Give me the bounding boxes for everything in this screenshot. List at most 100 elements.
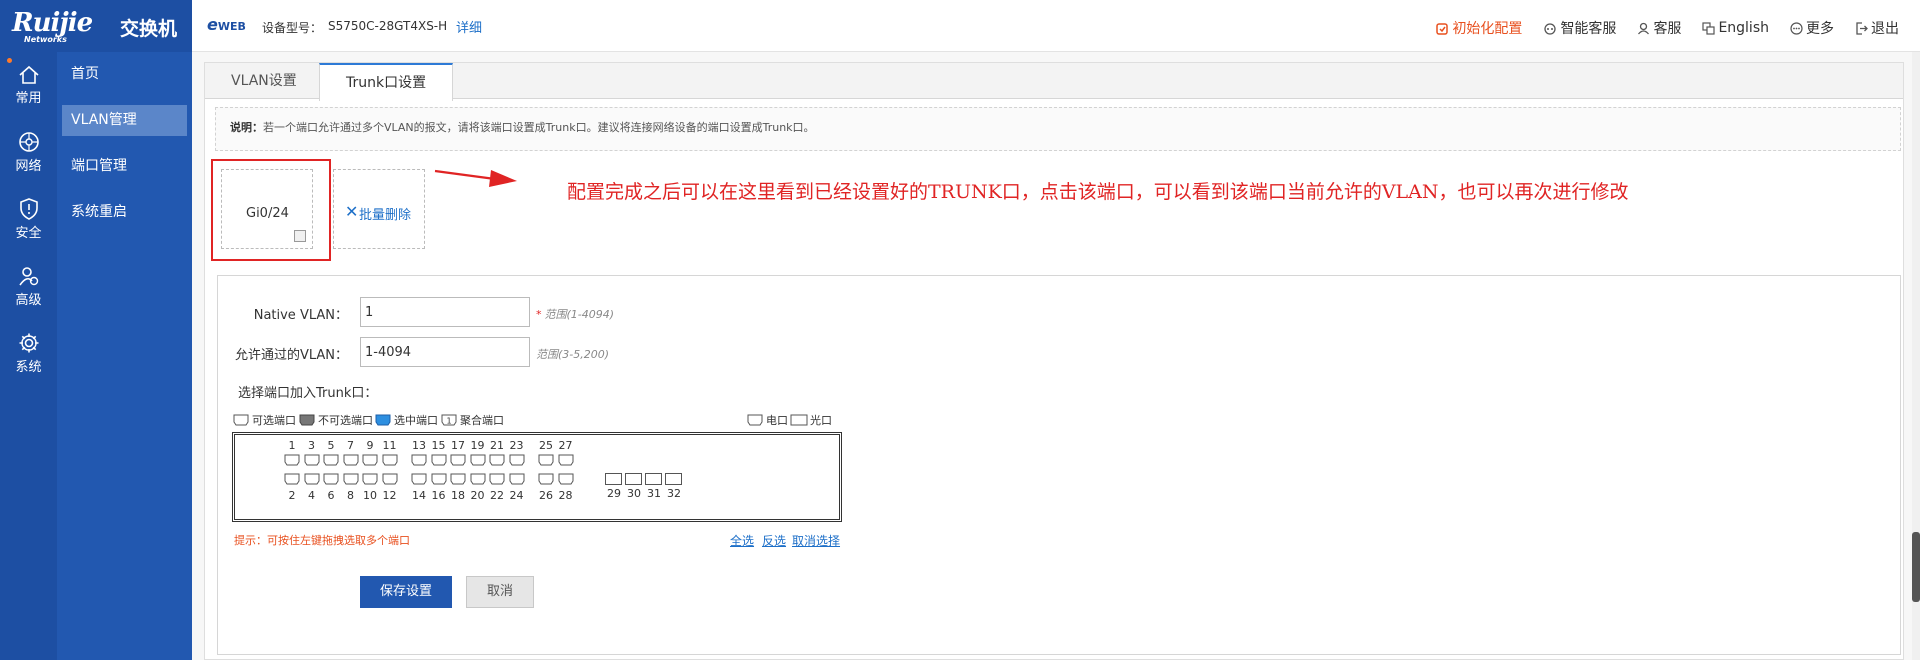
port-27-icon[interactable] — [557, 453, 575, 467]
port-7-icon[interactable] — [342, 453, 360, 467]
language-icon — [1702, 21, 1716, 35]
port-8-icon[interactable] — [342, 472, 360, 486]
gear-icon — [19, 333, 38, 353]
subnav-item-home[interactable]: 首页 — [62, 59, 187, 90]
port-11-icon[interactable] — [381, 453, 399, 467]
port-9-icon[interactable] — [361, 453, 379, 467]
eweb-logo: eWEB — [207, 15, 246, 34]
port-number-12: 12 — [382, 489, 397, 502]
port-26-icon[interactable] — [537, 472, 555, 486]
port-number-22: 22 — [490, 489, 504, 502]
port-19-icon[interactable] — [469, 453, 487, 467]
secondary-sidebar: 首页 VLAN管理 端口管理 系统重启 — [57, 52, 192, 660]
subnav-item-ports[interactable]: 端口管理 — [62, 151, 187, 182]
notice-box: 说明：若一个端口允许通过多个VLAN的报文，请将该端口设置成Trunk口。建议将… — [215, 107, 1901, 151]
model-value: S5750C-28GT4XS-H — [328, 19, 448, 33]
native-vlan-input[interactable] — [360, 297, 530, 327]
nav-service[interactable]: 客服 — [1637, 18, 1681, 38]
sidebar-item-advanced[interactable]: 高级 — [0, 253, 57, 320]
port-number-4: 4 — [308, 489, 315, 502]
top-bar: Ruijie Networks 交换机 eWEB 设备型号： S5750C-28… — [0, 0, 1920, 52]
deselect-link[interactable]: 取消选择 — [792, 532, 840, 549]
service-icon — [1638, 22, 1650, 34]
port-29-fiber-icon[interactable] — [605, 473, 622, 485]
legend-available: 可选端口 — [232, 412, 296, 428]
tab-vlan-settings[interactable]: VLAN设置 — [205, 63, 323, 99]
port-25-icon[interactable] — [537, 453, 555, 467]
port-number-2: 2 — [288, 489, 296, 502]
annotation-text: 配置完成之后可以在这里看到已经设置好的TRUNK口，点击该端口，可以看到该端口当… — [567, 181, 1629, 203]
port-number-32: 32 — [667, 487, 681, 500]
nav-smart-service[interactable]: 智能客服 — [1543, 18, 1616, 38]
select-all-link[interactable]: 全选 — [730, 532, 754, 549]
port-number-9: 9 — [366, 439, 374, 452]
sidebar-item-security[interactable]: 安全 — [0, 186, 57, 253]
save-button[interactable]: 保存设置 — [360, 576, 452, 608]
native-vlan-hint: * 范围(1-4094) — [536, 308, 615, 321]
port-22-icon[interactable] — [488, 472, 506, 486]
port-32-fiber-icon[interactable] — [665, 473, 682, 485]
cancel-button[interactable]: 取消 — [466, 576, 534, 608]
sidebar-item-system[interactable]: 系统 — [0, 320, 57, 387]
content-panel: VLAN设置 Trunk口设置 说明：若一个端口允许通过多个VLAN的报文，请将… — [204, 62, 1904, 660]
port-aggregate-icon: 1 — [441, 414, 457, 426]
port-23-icon[interactable] — [508, 453, 526, 467]
bulk-delete-button[interactable]: ✕ 批量删除 — [333, 169, 425, 249]
port-panel: 1 3 5 7 9 11 13 15 17 19 21 23 25 27 2 4 6 8 10 12 14 16 18 20 2… — [232, 432, 842, 522]
port-number-10: 10 — [363, 489, 377, 502]
port-13-icon[interactable] — [410, 453, 428, 467]
port-5-icon[interactable] — [322, 453, 340, 467]
bulk-delete-label: 批量删除 — [359, 208, 412, 223]
port-number-20: 20 — [470, 489, 485, 502]
allowed-vlan-label: 允许通过的VLAN： — [234, 348, 348, 363]
port-24-icon[interactable] — [508, 472, 526, 486]
port-4-icon[interactable] — [303, 472, 321, 486]
port-number-30: 30 — [627, 487, 641, 500]
tab-trunk-settings[interactable]: Trunk口设置 — [319, 63, 454, 101]
port-12-icon[interactable] — [381, 472, 399, 486]
nav-logout[interactable]: 退出 — [1855, 18, 1899, 38]
nav-reset-config[interactable]: 初始化配置 — [1436, 18, 1522, 38]
allowed-vlan-hint: 范围(3-5,200) — [536, 348, 610, 361]
notice-label: 说明： — [230, 121, 263, 134]
annotation-arrow-icon — [434, 169, 517, 187]
primary-sidebar: 常用 网络 安全 高级 系统 — [0, 52, 57, 660]
port-17-icon[interactable] — [449, 453, 467, 467]
notice-text: 若一个端口允许通过多个VLAN的报文，请将该端口设置成Trunk口。建议将连接网… — [263, 121, 815, 134]
main-content: VLAN设置 Trunk口设置 说明：若一个端口允许通过多个VLAN的报文，请将… — [192, 52, 1920, 660]
port-18-icon[interactable] — [449, 472, 467, 486]
port-10-icon[interactable] — [361, 472, 379, 486]
port-6-icon[interactable] — [322, 472, 340, 486]
subnav-item-vlan[interactable]: VLAN管理 — [62, 105, 187, 136]
home-icon — [18, 65, 39, 84]
port-number-25: 25 — [539, 439, 553, 452]
drag-select-tip: 提示：可按住左键拖拽选取多个端口 — [234, 534, 410, 547]
nav-more[interactable]: 更多 — [1790, 18, 1834, 38]
port-14-icon[interactable] — [410, 472, 428, 486]
sidebar-item-network[interactable]: 网络 — [0, 119, 57, 186]
port-28-icon[interactable] — [557, 472, 575, 486]
port-30-fiber-icon[interactable] — [625, 473, 642, 485]
subnav-item-reboot[interactable]: 系统重启 — [62, 197, 187, 228]
tab-bar: VLAN设置 Trunk口设置 — [205, 63, 1903, 101]
port-31-fiber-icon[interactable] — [645, 473, 662, 485]
allowed-vlan-input[interactable] — [360, 337, 530, 367]
port-1-icon[interactable] — [283, 453, 301, 467]
port-3-icon[interactable] — [303, 453, 321, 467]
scrollbar-thumb[interactable] — [1912, 532, 1920, 602]
port-21-icon[interactable] — [488, 453, 506, 467]
port-electric-icon — [747, 414, 763, 426]
port-2-icon[interactable] — [283, 472, 301, 486]
svg-text:1: 1 — [446, 417, 451, 426]
invert-selection-link[interactable]: 反选 — [762, 532, 786, 549]
detail-link[interactable]: 详细 — [456, 17, 482, 36]
ruijie-logo: Ruijie — [12, 8, 93, 38]
port-15-icon[interactable] — [430, 453, 448, 467]
port-20-icon[interactable] — [469, 472, 487, 486]
port-number-11: 11 — [382, 439, 397, 452]
legend-aggregate: 1 聚合端口 — [440, 412, 504, 428]
nav-language[interactable]: English — [1702, 18, 1769, 38]
legend-unavailable: 不可选端口 — [298, 412, 373, 428]
port-number-27: 27 — [558, 439, 573, 452]
port-16-icon[interactable] — [430, 472, 448, 486]
